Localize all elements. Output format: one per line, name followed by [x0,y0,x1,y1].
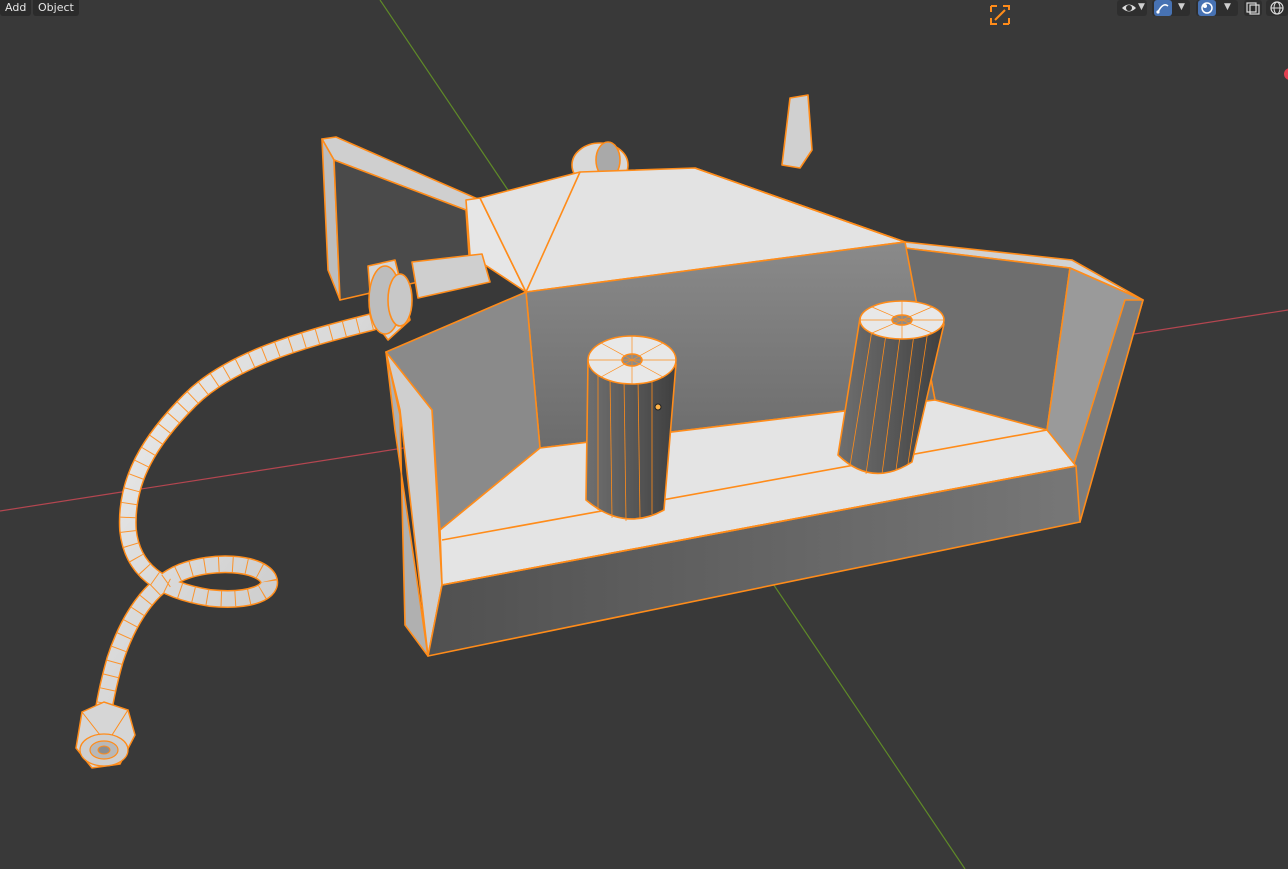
add-menu[interactable]: Add [0,0,32,16]
overlay-toggle[interactable]: ▼ [1196,0,1238,16]
cable-end-nut[interactable] [75,701,136,769]
snap-icon[interactable] [990,5,1010,25]
chevron-down-icon: ▼ [1138,2,1145,12]
eye-icon [1122,4,1136,12]
gizmo-toggle[interactable]: ▼ [1152,0,1190,16]
gizmo-icon [1154,0,1172,16]
xray-icon [1246,2,1260,15]
wireframe-shading-button[interactable] [1266,0,1288,16]
wireframe-shading-icon [1270,1,1284,15]
xray-toggle[interactable] [1244,0,1262,16]
object-origin [654,403,662,411]
overlay-icon [1198,0,1216,16]
chevron-down-icon: ▼ [1178,2,1185,12]
gizmo-red-dot[interactable] [1284,68,1288,80]
top-post [781,94,813,169]
cylinder-left [585,335,677,522]
object-menu[interactable]: Object [33,0,79,16]
chevron-down-icon: ▼ [1224,2,1231,12]
cable[interactable] [93,313,381,731]
pipe-mount-block [411,253,491,299]
3d-viewport[interactable] [0,0,1288,869]
box-model[interactable] [321,94,1144,657]
selectability-toggle[interactable]: ▼ [1117,0,1147,16]
